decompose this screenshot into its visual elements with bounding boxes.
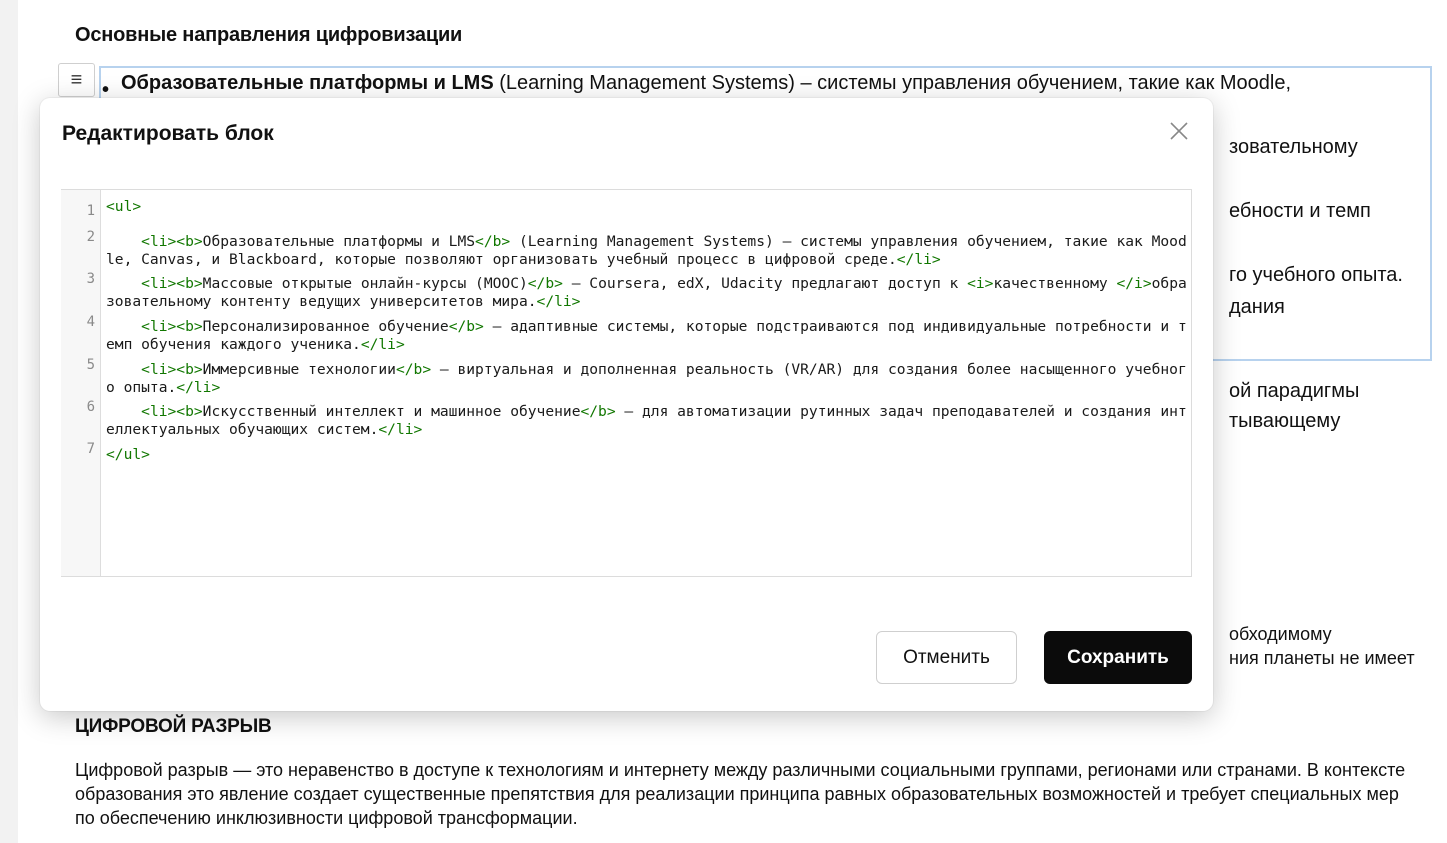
code-tag: </li> bbox=[176, 378, 221, 396]
code-tag: <li><b> bbox=[141, 233, 203, 250]
section-title: Основные направления цифровизации bbox=[75, 24, 463, 46]
list-fragment: зовательному bbox=[1229, 136, 1358, 158]
list-fragment: дания bbox=[1229, 296, 1285, 318]
line-number: 5 bbox=[86, 357, 95, 373]
line-number: 7 bbox=[86, 441, 95, 457]
code-tag: </b> bbox=[475, 233, 511, 250]
code-tag: <li><b> bbox=[141, 318, 203, 335]
code-text: Искусственный интеллект и машинное обуче… bbox=[202, 403, 581, 420]
save-button[interactable]: Сохранить bbox=[1044, 631, 1192, 684]
text-fragment: обходимому bbox=[1229, 624, 1332, 644]
code-text: Массовые открытые онлайн-курсы (MOOC) bbox=[202, 275, 528, 292]
code-text: – Coursera, edX, Udacity предлагают дост… bbox=[562, 275, 968, 292]
code-tag: <li><b> bbox=[141, 361, 203, 378]
code-line: <li><b>Иммерсивные технологии</b> – вирт… bbox=[106, 361, 1188, 396]
line-number: 1 bbox=[86, 203, 95, 219]
code-text: Образовательные платформы и LMS bbox=[202, 233, 476, 250]
code-tag: </ul> bbox=[106, 446, 150, 463]
close-icon bbox=[1170, 122, 1188, 140]
block-menu-handle[interactable]: ≡ bbox=[58, 63, 95, 97]
line-number: 6 bbox=[86, 399, 95, 415]
digital-divide-heading: ЦИФРОВОЙ РАЗРЫВ bbox=[75, 716, 272, 737]
code-tag: <li><b> bbox=[141, 403, 203, 420]
list-item-text: (Learning Management Systems) – системы … bbox=[493, 72, 1292, 94]
text-fragment: ой парадигмы bbox=[1229, 380, 1360, 402]
edit-block-modal: Редактировать блок 1 2 3 4 5 6 7 <ul> <l… bbox=[40, 98, 1213, 711]
digital-divide-paragraph: Цифровой разрыв — это неравенство в дост… bbox=[75, 760, 1406, 828]
modal-title: Редактировать блок bbox=[62, 122, 274, 145]
code-line: <ul> bbox=[106, 198, 1188, 216]
text-fragment: тывающему bbox=[1229, 410, 1341, 432]
code-editor[interactable]: 1 2 3 4 5 6 7 <ul> <li><b>Образовательны… bbox=[61, 189, 1192, 577]
code-tag: </i> bbox=[1116, 275, 1152, 292]
code-tag: </li> bbox=[378, 420, 423, 438]
code-tag: <li><b> bbox=[141, 275, 203, 292]
code-text: качественному bbox=[993, 275, 1117, 292]
code-line: <li><b>Массовые открытые онлайн-курсы (M… bbox=[106, 275, 1188, 310]
code-tag: </li> bbox=[536, 292, 581, 310]
code-tag: <ul> bbox=[106, 198, 142, 215]
code-tag: <i> bbox=[967, 275, 994, 292]
code-line: <li><b>Искусственный интеллект и машинно… bbox=[106, 403, 1188, 438]
list-fragment: го учебного опыта. bbox=[1229, 264, 1403, 286]
close-button[interactable] bbox=[1166, 118, 1192, 144]
line-number: 3 bbox=[86, 271, 95, 287]
cancel-button[interactable]: Отменить bbox=[876, 631, 1017, 684]
list-fragment: ебности и темп bbox=[1229, 200, 1371, 222]
line-number: 4 bbox=[86, 314, 95, 330]
code-line: </ul> bbox=[106, 446, 1188, 464]
code-tag: </b> bbox=[580, 403, 616, 420]
line-number: 2 bbox=[86, 229, 95, 245]
code-tag: </b> bbox=[395, 361, 432, 378]
code-tag: </b> bbox=[527, 275, 563, 292]
code-text: Иммерсивные технологии bbox=[202, 361, 396, 378]
list-item-bold: Образовательные платформы и LMS bbox=[121, 72, 494, 94]
code-tag: </li> bbox=[896, 250, 941, 268]
list-item-first: Образовательные платформы и LMS (Learnin… bbox=[121, 72, 1291, 95]
menu-icon: ≡ bbox=[70, 68, 83, 91]
code-tag: </li> bbox=[360, 335, 405, 353]
line-number-gutter: 1 2 3 4 5 6 7 bbox=[61, 190, 101, 576]
code-line: <li><b>Образовательные платформы и LMS</… bbox=[106, 233, 1188, 268]
code-tag: </b> bbox=[448, 318, 484, 335]
code-text: Персонализированное обучение bbox=[202, 318, 449, 335]
code-line: <li><b>Персонализированное обучение</b> … bbox=[106, 318, 1188, 353]
text-fragment: ния планеты не имеет bbox=[1229, 648, 1415, 668]
